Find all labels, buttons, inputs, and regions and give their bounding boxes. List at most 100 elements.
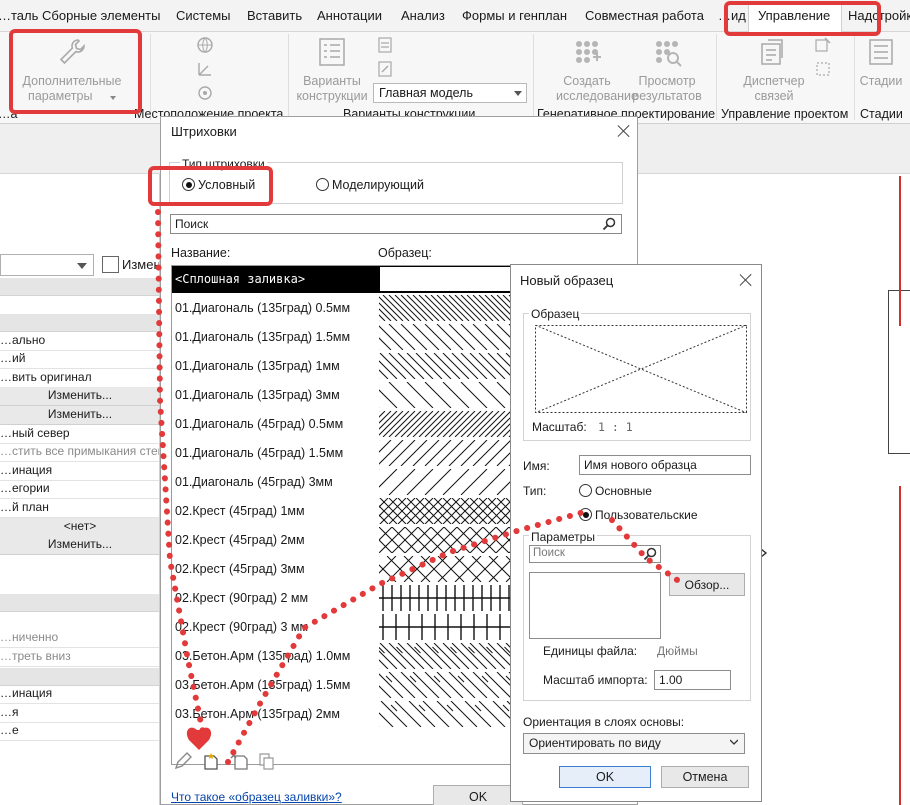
pattern-swatch <box>379 701 510 727</box>
edit-pencil-icon[interactable] <box>173 751 193 771</box>
search-icon[interactable] <box>643 547 657 561</box>
pattern-list-item[interactable]: 01.Диагональ (135град) 3мм <box>172 381 510 409</box>
design-options-button[interactable]: Варианты конструкции <box>294 36 370 104</box>
view-results-button[interactable]: Просмотр результатов <box>632 36 702 104</box>
pattern-list-item[interactable]: 01.Диагональ (135град) 0.5мм <box>172 294 510 322</box>
ok-button[interactable]: OK <box>559 766 651 788</box>
red-dashed-line <box>899 486 901 805</box>
tab-annotate[interactable]: Аннотации <box>317 8 382 23</box>
prop-edit-button[interactable]: Изменить... <box>0 406 159 425</box>
params-list[interactable] <box>529 572 661 639</box>
close-icon[interactable] <box>617 124 631 138</box>
group-label-phases: Стадии <box>860 107 903 121</box>
pattern-swatch <box>379 324 510 350</box>
prop-row: …ниченно <box>0 629 159 648</box>
main-model-select[interactable]: Главная модель <box>373 83 527 103</box>
create-study-button[interactable]: Создать исследование <box>556 36 638 104</box>
edit-type-button[interactable]: Изменить тип <box>100 254 159 276</box>
globe-icon[interactable] <box>196 36 214 54</box>
tab-analyze[interactable]: Анализ <box>401 8 445 23</box>
prop-row: …я <box>0 704 159 723</box>
tab-assemblies[interactable]: Сборные элементы <box>42 8 160 23</box>
prop-row: …ный север <box>0 425 159 444</box>
pattern-list-item[interactable]: 03.Бетон.Арм (135град) 1.0мм <box>172 642 510 670</box>
chevron-down-icon <box>77 263 87 269</box>
tab-insert[interactable]: Вставить <box>247 8 302 23</box>
tab-systems[interactable]: Системы <box>176 8 230 23</box>
help-link[interactable]: Что такое «образец заливки»? <box>171 790 342 804</box>
pattern-swatch <box>379 382 510 408</box>
new-pattern-icon[interactable] <box>201 751 221 771</box>
coordinates-icon[interactable] <box>196 60 214 78</box>
search-input[interactable]: Поиск <box>170 214 622 234</box>
tab-partial-left[interactable]: …таль <box>0 8 38 23</box>
import-scale-input[interactable]: 1.00 <box>654 670 731 690</box>
radio-label: Пользовательские <box>595 508 698 522</box>
pattern-swatch <box>379 295 510 321</box>
patterns-list[interactable]: <Сплошная заливка> 01.Диагональ (135град)… <box>171 265 511 765</box>
pattern-name: 01.Диагональ (135град) 0.5мм <box>175 301 351 315</box>
pattern-list-item[interactable]: 02.Крест (45град) 2мм <box>172 526 510 554</box>
tab-collaborate[interactable]: Совместная работа <box>585 8 704 23</box>
prop-edit-button[interactable]: Изменить... <box>0 536 159 555</box>
pattern-list-item[interactable]: 02.Крест (90град) 3 мм <box>172 613 510 641</box>
dialog-title: Новый образец <box>520 273 614 288</box>
pattern-list-item[interactable]: 02.Крест (45град) 1мм <box>172 497 510 525</box>
pattern-list-item[interactable]: 01.Диагональ (45град) 0.5мм <box>172 410 510 438</box>
delete-pattern-icon[interactable] <box>229 751 249 771</box>
pick-to-edit-icon[interactable] <box>376 36 394 54</box>
name-label: Имя: <box>523 459 550 473</box>
pattern-name: 02.Крест (90град) 3 мм <box>175 620 309 634</box>
pattern-list-item[interactable]: <Сплошная заливка> <box>172 266 510 293</box>
radio-label: Основные <box>595 484 652 498</box>
cancel-button[interactable]: Отмена <box>661 766 749 788</box>
tab-massing-site[interactable]: Формы и генплан <box>462 8 567 23</box>
phases-button[interactable]: Стадии <box>856 36 906 89</box>
pattern-name: 02.Крест (45град) 3мм <box>175 562 305 576</box>
group-label: Параметры <box>529 530 597 544</box>
column-header-name: Название: <box>171 246 231 260</box>
pattern-list-item[interactable]: 03.Бетон.Арм (135град) 2мм <box>172 700 510 728</box>
position-frame-icon[interactable] <box>814 60 832 78</box>
starting-view-icon[interactable] <box>814 36 832 54</box>
pattern-swatch <box>379 527 510 553</box>
add-to-set-icon[interactable] <box>376 60 394 78</box>
prop-row: …инация <box>0 462 159 481</box>
custom-radio[interactable] <box>579 508 592 521</box>
type-selector[interactable] <box>0 254 94 276</box>
group-label-manage-project: Управление проектом <box>721 107 849 121</box>
prop-row: …е <box>0 722 159 741</box>
pattern-name: <Сплошная заливка> <box>175 272 306 286</box>
close-icon[interactable] <box>739 273 753 287</box>
model-radio[interactable] <box>316 178 329 191</box>
pattern-swatch <box>379 672 510 698</box>
dialog-title: Штриховки <box>171 124 237 139</box>
search-icon[interactable] <box>602 217 616 231</box>
pattern-list-item[interactable]: 01.Диагональ (135град) 1.5мм <box>172 323 510 351</box>
orientation-label: Ориентация в слоях основы: <box>523 715 685 729</box>
orientation-select[interactable]: Ориентировать по виду <box>523 733 745 754</box>
pattern-list-item[interactable]: 01.Диагональ (135град) 1мм <box>172 352 510 380</box>
browse-button[interactable]: Обзор... <box>669 573 745 596</box>
position-icon[interactable] <box>196 84 214 102</box>
prop-value-none[interactable]: <нет> <box>0 518 159 537</box>
pattern-list-item[interactable]: 02.Крест (90град) 2 мм <box>172 584 510 612</box>
pattern-swatch <box>379 411 510 437</box>
duplicate-pattern-icon[interactable] <box>257 751 277 771</box>
pattern-name: 01.Диагональ (135град) 3мм <box>175 388 340 402</box>
pattern-swatch <box>379 498 510 524</box>
basic-radio[interactable] <box>579 484 592 497</box>
pattern-list-item[interactable]: 03.Бетон.Арм (135град) 1.5мм <box>172 671 510 699</box>
links-manager-button[interactable]: Диспетчер связей <box>736 36 812 104</box>
pattern-name-input[interactable]: Имя нового образца <box>579 455 751 475</box>
create-study-icon <box>576 41 601 63</box>
pattern-list-item[interactable]: 02.Крест (45град) 3мм <box>172 555 510 583</box>
scale-value: 1 : 1 <box>598 420 633 434</box>
prop-row: …вить оригинал <box>0 369 159 388</box>
params-search-input[interactable]: Поиск <box>529 545 661 563</box>
prop-edit-button[interactable]: Изменить... <box>0 387 159 406</box>
pattern-list-item[interactable]: 01.Диагональ (45град) 1.5мм <box>172 439 510 467</box>
pattern-name: 01.Диагональ (45град) 1.5мм <box>175 446 344 460</box>
edit-type-icon <box>102 256 119 273</box>
pattern-list-item[interactable]: 01.Диагональ (45град) 3мм <box>172 468 510 496</box>
